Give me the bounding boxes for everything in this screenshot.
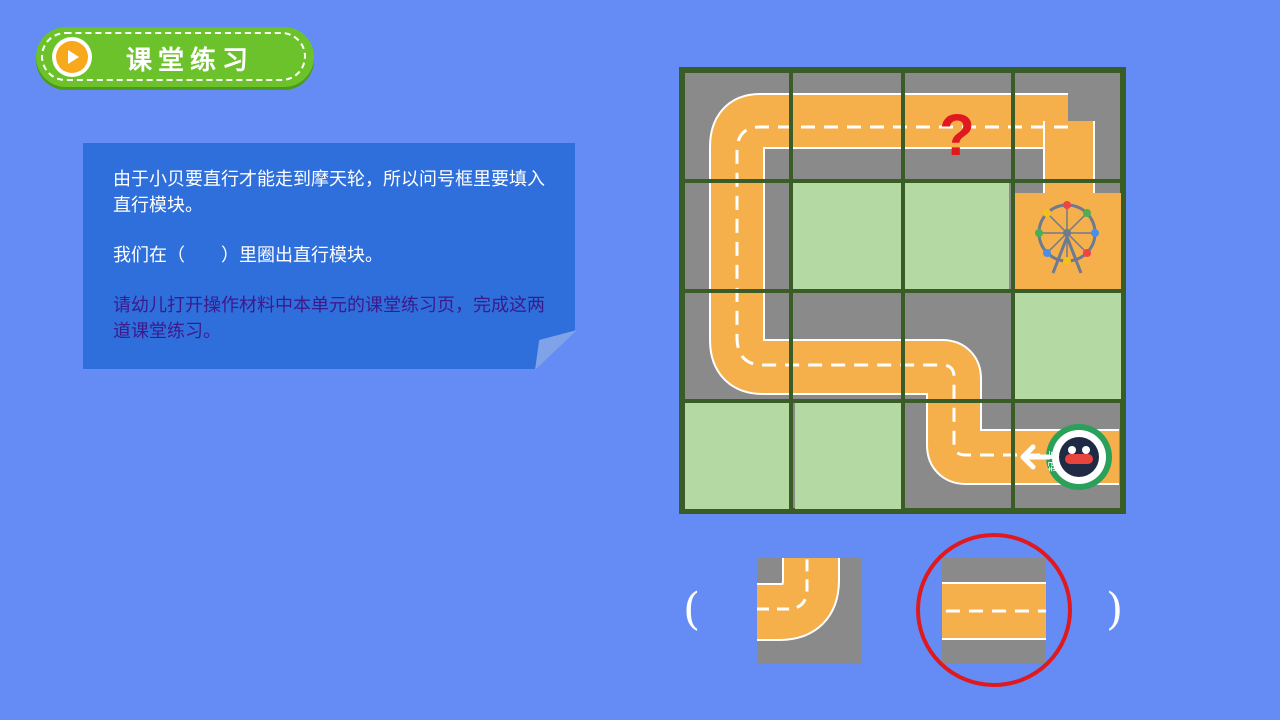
instruction-text-3: 请幼儿打开操作材料中本单元的课堂练习页，完成这两道课堂练习。 [113,295,545,342]
grass-tile [795,403,903,509]
instruction-text-1: 由于小贝要直行才能走到摩天轮，所以问号框里要填入直行模块。 [113,169,545,216]
grass-tile [685,403,789,509]
grass-tile [1015,293,1121,399]
play-icon[interactable] [52,37,92,77]
title-badge: 课堂练习 [36,27,314,87]
instruction-text-2: 我们在（ ）里圈出直行模块。 [113,245,383,266]
close-paren: ) [1106,584,1124,635]
answer-options [757,533,1072,687]
straight-piece-option[interactable] [942,558,1046,664]
start-character-icon: 起点 [1046,424,1112,490]
curve-piece-option[interactable] [757,558,861,664]
question-mark[interactable]: ? [939,103,974,168]
start-label: 起点 [1047,450,1060,472]
page-title: 课堂练习 [126,46,255,76]
open-paren: ( [683,584,701,635]
grass-tile [793,183,901,289]
grass-tile [905,183,1009,289]
instruction-panel: 由于小贝要直行才能走到摩天轮，所以问号框里要填入直行模块。 我们在（ ）里圈出直… [83,143,575,369]
road-puzzle-map: ? 起点 [679,67,1126,514]
